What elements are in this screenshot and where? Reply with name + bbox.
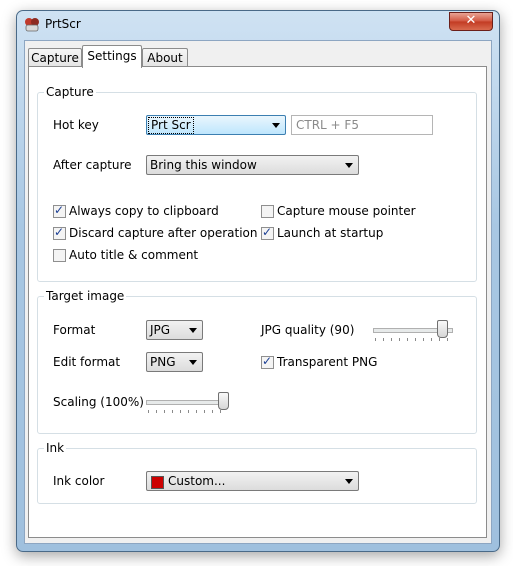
hotkey-text-input[interactable] xyxy=(292,116,440,134)
hotkey-label: Hot key xyxy=(53,118,99,132)
edit-format-label: Edit format xyxy=(53,355,121,369)
tab-settings[interactable]: Settings xyxy=(82,45,142,68)
chevron-down-icon xyxy=(189,328,197,333)
slider-ticks xyxy=(375,338,451,341)
target-image-group: Target image Format JPG JPG quality (90)… xyxy=(37,289,477,434)
capture-mouse-pointer-checkbox[interactable]: Capture mouse pointer xyxy=(261,204,441,220)
checkbox-box[interactable] xyxy=(53,225,66,240)
app-icon xyxy=(25,18,39,32)
format-dropdown[interactable]: JPG xyxy=(146,320,203,340)
checkbox-box[interactable] xyxy=(53,249,66,262)
ink-color-swatch xyxy=(151,476,164,489)
checkbox-box[interactable] xyxy=(53,203,66,218)
target-image-group-label: Target image xyxy=(44,289,127,303)
checkbox-label: Auto title & comment xyxy=(69,248,199,262)
close-icon: ✕ xyxy=(465,13,477,28)
slider-thumb[interactable] xyxy=(218,392,229,410)
window-title: PrtScr xyxy=(45,17,81,31)
discard-capture-checkbox[interactable]: Discard capture after operation xyxy=(53,225,258,242)
checkbox-box[interactable] xyxy=(261,205,274,218)
jpg-quality-slider[interactable] xyxy=(373,320,453,342)
jpg-quality-label: JPG quality (90) xyxy=(261,323,355,337)
checkbox-label: Transparent PNG xyxy=(277,355,378,369)
ink-color-value: Custom... xyxy=(168,474,226,488)
after-capture-dropdown[interactable]: Bring this window xyxy=(146,155,359,175)
tab-about[interactable]: About xyxy=(142,48,188,67)
auto-title-checkbox[interactable]: Auto title & comment xyxy=(53,248,233,264)
after-capture-label: After capture xyxy=(53,158,132,172)
hotkey-text-field[interactable] xyxy=(291,115,440,135)
slider-thumb[interactable] xyxy=(437,320,448,338)
checkbox-box[interactable] xyxy=(261,225,274,240)
capture-group-label: Capture xyxy=(44,85,96,99)
client-area: Capture Settings About Capture Hot key P… xyxy=(24,40,492,544)
checkbox-label: Launch at startup xyxy=(277,226,384,240)
transparent-png-checkbox[interactable]: Transparent PNG xyxy=(261,354,421,371)
format-label: Format xyxy=(53,323,96,337)
slider-track xyxy=(146,400,228,405)
chevron-down-icon xyxy=(345,479,353,484)
chevron-down-icon xyxy=(189,360,197,365)
ink-color-label: Ink color xyxy=(53,474,105,488)
edit-format-value: PNG xyxy=(150,355,176,369)
checkbox-label: Always copy to clipboard xyxy=(69,204,219,218)
close-button[interactable]: ✕ xyxy=(449,12,493,31)
chevron-down-icon xyxy=(272,123,280,128)
edit-format-dropdown[interactable]: PNG xyxy=(146,352,203,372)
checkbox-box[interactable] xyxy=(261,354,274,369)
tab-capture[interactable]: Capture xyxy=(28,48,82,67)
ink-color-dropdown[interactable]: Custom... xyxy=(146,471,359,491)
after-capture-value: Bring this window xyxy=(150,158,257,172)
hotkey-dropdown[interactable]: Prt Scr xyxy=(146,115,286,135)
settings-panel: Capture Hot key Prt Scr After capture Br… xyxy=(28,66,487,538)
chevron-down-icon xyxy=(345,163,353,168)
slider-ticks xyxy=(148,410,226,413)
title-bar[interactable]: PrtScr ✕ xyxy=(17,11,499,39)
ink-group-label: Ink xyxy=(44,441,67,455)
checkbox-label: Discard capture after operation xyxy=(69,226,258,240)
hotkey-value: Prt Scr xyxy=(148,117,194,134)
launch-at-startup-checkbox[interactable]: Launch at startup xyxy=(261,225,441,242)
scaling-label: Scaling (100%) xyxy=(53,395,144,409)
checkbox-label: Capture mouse pointer xyxy=(277,204,416,218)
always-copy-checkbox[interactable]: Always copy to clipboard xyxy=(53,203,233,220)
scaling-slider[interactable] xyxy=(146,392,229,414)
app-window: PrtScr ✕ Capture Settings About Capture … xyxy=(16,10,500,552)
format-value: JPG xyxy=(150,323,171,337)
capture-group: Capture Hot key Prt Scr After capture Br… xyxy=(37,85,477,282)
ink-group: Ink Ink color Custom... xyxy=(37,441,477,504)
